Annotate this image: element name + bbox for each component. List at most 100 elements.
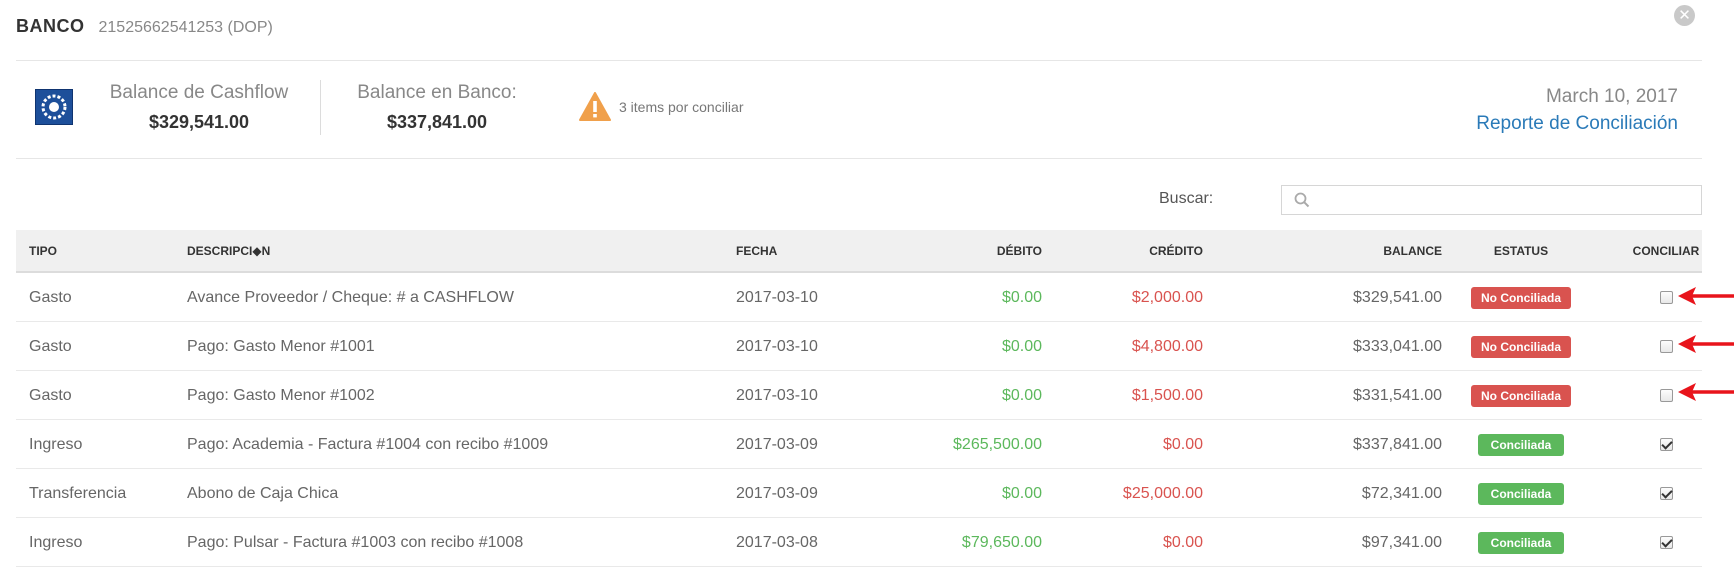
cell-descripcion: Avance Proveedor / Cheque: # a CASHFLOW: [187, 289, 514, 306]
cell-tipo: Ingreso: [29, 436, 83, 453]
cell-estatus: Conciliada: [1456, 469, 1586, 518]
cashflow-balance-value: $329,541.00: [148, 112, 250, 132]
cell-fecha: 2017-03-10: [736, 387, 818, 404]
table-row: Gasto Pago: Gasto Menor #1001 2017-03-10…: [16, 322, 1702, 371]
divider: [320, 80, 321, 135]
reconcile-checkbox[interactable]: [1659, 487, 1673, 501]
modal-header: BANCO 21525662541253 (DOP): [16, 16, 273, 42]
cell-balance: $72,341.00: [1361, 485, 1442, 502]
header-balance[interactable]: BALANCE: [1383, 230, 1442, 273]
cell-conciliar: [1616, 420, 1716, 469]
cashflow-balance: Balance de Cashflow $329,541.00: [104, 82, 294, 133]
status-badge: Conciliada: [1477, 531, 1565, 554]
cell-debito: $0.00: [1001, 338, 1042, 355]
divider: [16, 60, 1702, 61]
cell-tipo: Transferencia: [29, 485, 127, 502]
cell-credito: $1,500.00: [1131, 387, 1203, 404]
cell-credito: $0.00: [1162, 436, 1203, 453]
cell-debito: $265,500.00: [953, 436, 1042, 453]
status-badge: Conciliada: [1477, 482, 1565, 505]
status-badge: No Conciliada: [1470, 384, 1571, 407]
cell-tipo: Gasto: [29, 387, 72, 404]
table-header: TIPO DESCRIPCI◆N FECHA DÉBITO CRÉDITO BA…: [16, 230, 1702, 273]
cell-descripcion: Pago: Academia - Factura #1004 con recib…: [187, 436, 549, 453]
cell-descripcion: Pago: Pulsar - Factura #1003 con recibo …: [187, 534, 524, 551]
cell-balance: $331,541.00: [1353, 387, 1442, 404]
cell-balance: $97,341.00: [1361, 534, 1442, 551]
cell-estatus: Conciliada: [1456, 420, 1586, 469]
account-number: 21525662541253 (DOP): [98, 19, 273, 36]
divider: [16, 158, 1702, 159]
header-debito[interactable]: DÉBITO: [997, 230, 1042, 273]
reconcile-checkbox[interactable]: [1659, 536, 1673, 550]
cell-balance: $329,541.00: [1353, 289, 1442, 306]
table-row: Transferencia Abono de Caja Chica 2017-0…: [16, 469, 1702, 518]
bank-balance: Balance en Banco: $337,841.00: [352, 82, 522, 133]
cell-debito: $79,650.00: [961, 534, 1042, 551]
cell-estatus: No Conciliada: [1456, 371, 1586, 420]
bank-balance-value: $337,841.00: [386, 112, 488, 132]
cell-estatus: No Conciliada: [1456, 273, 1586, 322]
transactions-table: TIPO DESCRIPCI◆N FECHA DÉBITO CRÉDITO BA…: [16, 230, 1702, 567]
cell-descripcion: Abono de Caja Chica: [187, 485, 339, 502]
cell-credito: $2,000.00: [1131, 289, 1203, 306]
cell-descripcion: Pago: Gasto Menor #1002: [187, 387, 375, 404]
cell-fecha: 2017-03-08: [736, 534, 818, 551]
table-row: Gasto Pago: Gasto Menor #1002 2017-03-10…: [16, 371, 1702, 420]
cell-tipo: Gasto: [29, 338, 72, 355]
header-tipo[interactable]: TIPO: [29, 230, 57, 273]
cell-conciliar: [1616, 518, 1716, 567]
arrow-left-icon: [1678, 335, 1734, 353]
table-row: Ingreso Pago: Academia - Factura #1004 c…: [16, 420, 1702, 469]
cell-tipo: Gasto: [29, 289, 72, 306]
cell-credito: $25,000.00: [1122, 485, 1203, 502]
warning-icon: [579, 92, 611, 121]
bank-balance-label: Balance en Banco:: [357, 82, 517, 103]
cell-fecha: 2017-03-10: [736, 289, 818, 306]
header-estatus[interactable]: ESTATUS: [1456, 230, 1586, 273]
cell-estatus: No Conciliada: [1456, 322, 1586, 371]
table-body: Gasto Avance Proveedor / Cheque: # a CAS…: [16, 273, 1702, 567]
search-field[interactable]: [1281, 185, 1702, 215]
close-icon[interactable]: ✕: [1674, 5, 1695, 26]
reconciliation-modal: BANCO 21525662541253 (DOP) ✕ Balance de …: [0, 0, 1734, 573]
pending-items-notice: 3 items por conciliar: [579, 92, 744, 121]
bank-logo: [35, 89, 73, 125]
search-icon: [1294, 192, 1310, 208]
bank-name: BANCO: [16, 16, 85, 36]
header-credito[interactable]: CRÉDITO: [1149, 230, 1203, 273]
cell-balance: $333,041.00: [1353, 338, 1442, 355]
header-fecha[interactable]: FECHA: [736, 230, 777, 273]
header-conciliar[interactable]: CONCILIAR: [1616, 230, 1716, 273]
cell-descripcion: Pago: Gasto Menor #1001: [187, 338, 375, 355]
table-row: Ingreso Pago: Pulsar - Factura #1003 con…: [16, 518, 1702, 567]
cell-conciliar: [1616, 469, 1716, 518]
reconcile-checkbox[interactable]: [1659, 291, 1673, 305]
status-badge: No Conciliada: [1470, 335, 1571, 358]
cell-debito: $0.00: [1001, 485, 1042, 502]
cell-balance: $337,841.00: [1353, 436, 1442, 453]
status-badge: No Conciliada: [1470, 286, 1571, 309]
header-descripcion[interactable]: DESCRIPCI◆N: [187, 230, 270, 273]
cell-estatus: Conciliada: [1456, 518, 1586, 567]
reconcile-checkbox[interactable]: [1659, 389, 1673, 403]
arrow-left-icon: [1678, 383, 1734, 401]
cell-credito: $0.00: [1162, 534, 1203, 551]
pending-items-text: 3 items por conciliar: [619, 98, 744, 115]
cell-fecha: 2017-03-09: [736, 485, 818, 502]
report-date: March 10, 2017: [1545, 86, 1678, 107]
cell-tipo: Ingreso: [29, 534, 83, 551]
status-badge: Conciliada: [1477, 433, 1565, 456]
table-row: Gasto Avance Proveedor / Cheque: # a CAS…: [16, 273, 1702, 322]
cell-credito: $4,800.00: [1131, 338, 1203, 355]
cell-fecha: 2017-03-09: [736, 436, 818, 453]
search-input[interactable]: [1318, 192, 1698, 208]
reconciliation-report-link[interactable]: Reporte de Conciliación: [1476, 113, 1678, 135]
cell-debito: $0.00: [1001, 387, 1042, 404]
cell-fecha: 2017-03-10: [736, 338, 818, 355]
reconcile-checkbox[interactable]: [1659, 340, 1673, 354]
cashflow-balance-label: Balance de Cashflow: [109, 82, 289, 103]
arrow-left-icon: [1678, 287, 1734, 305]
reconcile-checkbox[interactable]: [1659, 438, 1673, 452]
cell-debito: $0.00: [1001, 289, 1042, 306]
